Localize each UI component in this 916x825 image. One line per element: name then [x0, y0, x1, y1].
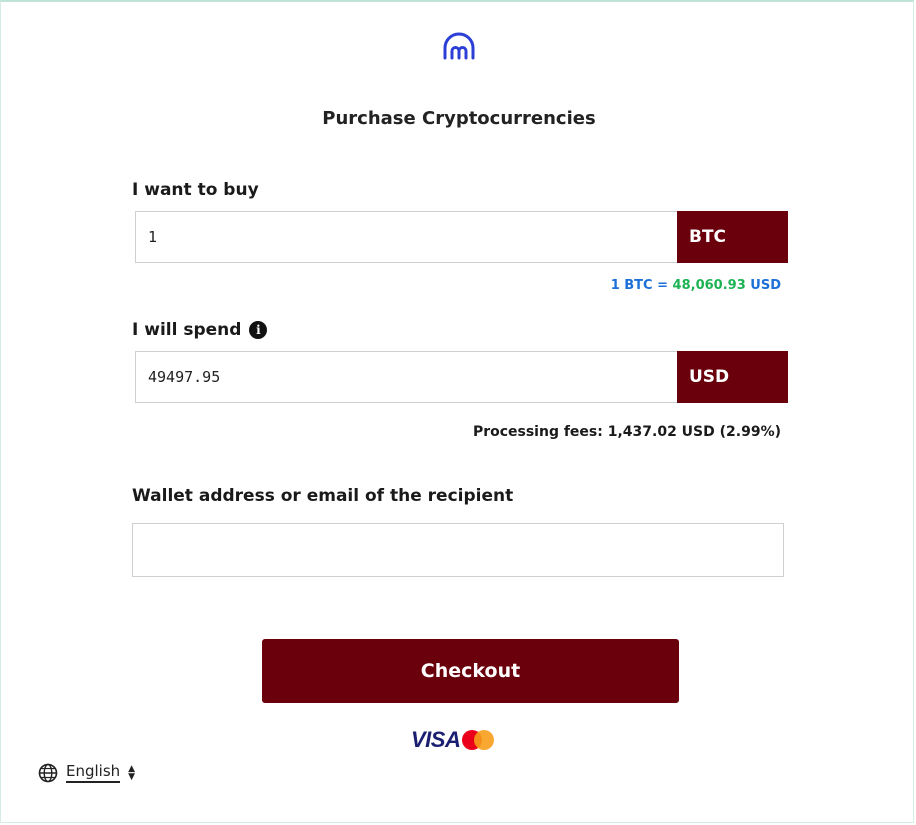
- sort-arrows-icon: ▲ ▼: [128, 763, 136, 782]
- info-icon[interactable]: i: [249, 321, 268, 339]
- language-label[interactable]: English: [66, 762, 121, 783]
- language-selector[interactable]: English ▲ ▼: [38, 762, 135, 783]
- spend-label: I will spend: [132, 320, 242, 340]
- spend-currency-select[interactable]: USD: [677, 351, 788, 403]
- rate-prefix: 1 BTC =: [610, 278, 669, 293]
- payment-logos: VISA: [411, 727, 496, 753]
- buy-label: I want to buy: [132, 180, 259, 200]
- wallet-label: Wallet address or email of the recipient: [132, 486, 514, 506]
- processing-fees: Processing fees: 1,437.02 USD (2.99%): [472, 424, 781, 440]
- mastercard-icon: [462, 729, 496, 751]
- checkout-button[interactable]: Checkout: [262, 639, 679, 703]
- rate-unit: USD: [750, 278, 781, 293]
- rate-amount: 48,060.93: [672, 278, 746, 293]
- globe-icon: [38, 763, 58, 782]
- brand-logo-icon: [443, 32, 475, 60]
- wallet-address-input[interactable]: [132, 523, 784, 577]
- visa-logo: VISA: [411, 727, 461, 752]
- buy-field-row: 1 BTC: [135, 211, 788, 263]
- buy-amount-input[interactable]: 1: [135, 211, 677, 263]
- exchange-rate: 1 BTC = 48,060.93 USD: [611, 278, 781, 293]
- spend-label-row: I will spend i: [132, 320, 268, 340]
- widget-frame: Purchase Cryptocurrencies I want to buy …: [0, 0, 914, 823]
- page-title: Purchase Cryptocurrencies: [322, 108, 596, 129]
- spend-field-row: 49497.95 USD: [135, 351, 788, 403]
- buy-currency-select[interactable]: BTC: [677, 211, 788, 263]
- spend-amount-input[interactable]: 49497.95: [135, 351, 677, 403]
